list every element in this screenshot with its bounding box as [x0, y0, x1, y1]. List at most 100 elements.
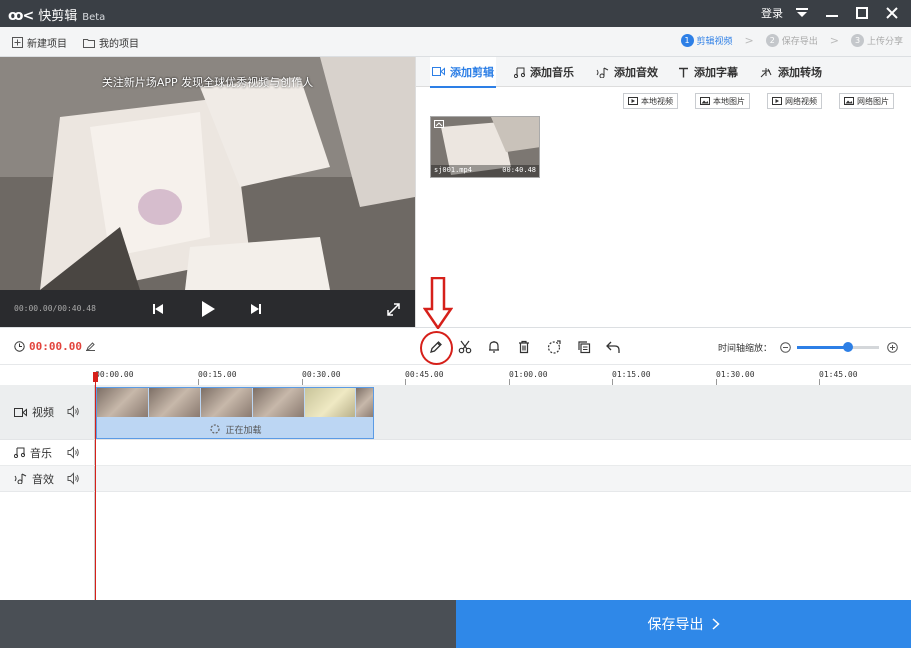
play-icon: [202, 301, 215, 317]
save-export-button[interactable]: 保存导出: [456, 600, 911, 648]
ruler-tick-label: 01:30.00: [716, 370, 755, 379]
clip-frame: [356, 388, 373, 417]
menu-down-icon: [796, 8, 808, 17]
clip-loading-status: 正在加载: [97, 419, 373, 438]
edit-time-icon[interactable]: [85, 342, 95, 351]
transition-icon: [760, 67, 772, 77]
previous-frame-button[interactable]: [148, 299, 168, 319]
undo-icon: [605, 341, 620, 353]
skip-back-icon: [153, 304, 163, 314]
step-save-export[interactable]: 2 保存导出: [765, 34, 818, 47]
new-project-icon: [12, 37, 23, 48]
tab-add-transition[interactable]: 添加转场: [760, 57, 822, 87]
playhead[interactable]: [95, 372, 96, 600]
maximize-button[interactable]: [852, 3, 872, 23]
music-note-icon: [14, 447, 25, 458]
ruler-tick-label: 00:00.00: [95, 370, 134, 379]
clip-filename: sj001.mp4: [434, 166, 472, 174]
app-name: 快剪辑: [38, 9, 78, 24]
video-frame[interactable]: 关注新片场APP 发现全球优秀视频与创作人: [0, 57, 415, 290]
my-projects-button[interactable]: 我的项目: [83, 35, 139, 50]
timeline-ruler[interactable]: 00:00.00 00:15.00 00:30.00 00:45.00 01:0…: [0, 365, 911, 385]
text-icon: [679, 67, 688, 77]
sound-effect-track-label: 音效: [32, 472, 54, 486]
video-still-image: [0, 57, 415, 290]
timeline-video-clip[interactable]: 正在加载: [96, 387, 374, 439]
play-button[interactable]: [198, 299, 218, 319]
minimize-button[interactable]: [822, 3, 842, 23]
scissors-icon: [458, 340, 472, 354]
clip-frame: [200, 388, 252, 417]
online-image-button[interactable]: 网络图片: [839, 93, 894, 109]
copy-button[interactable]: [574, 337, 594, 357]
video-clip-icon: [434, 120, 444, 128]
video-file-icon: [772, 97, 782, 105]
chevron-right-icon: >: [829, 34, 839, 47]
timeline-header-column: [0, 492, 95, 600]
clock-icon: [14, 341, 25, 352]
current-time-value: 00:00.00: [29, 340, 82, 353]
sound-effect-track-header: 音效: [0, 466, 95, 491]
tab-add-clip[interactable]: 添加剪辑: [430, 57, 496, 88]
fullscreen-button[interactable]: [383, 299, 403, 319]
playhead-handle[interactable]: [93, 372, 98, 382]
tab-add-sound-effect[interactable]: 添加音效: [596, 57, 658, 87]
clip-frame: [252, 388, 304, 417]
playback-time: 00:00.00/00:40.48: [14, 304, 96, 313]
video-track-label: 视频: [32, 406, 54, 419]
video-track-header: 视频: [0, 385, 95, 439]
login-link[interactable]: 登录: [761, 5, 783, 21]
timeline-zoom-slider[interactable]: [797, 342, 879, 352]
copy-icon: [578, 341, 591, 354]
annotation-arrow: [423, 277, 453, 329]
clip-duration: 00:40.48: [502, 166, 536, 174]
add-marker-button[interactable]: [484, 337, 504, 357]
ruler-tick-label: 01:00.00: [509, 370, 548, 379]
clip-frame: [97, 388, 148, 417]
music-track: 音乐: [0, 440, 911, 466]
close-button[interactable]: [882, 3, 902, 23]
maximize-icon: [856, 7, 868, 19]
local-image-button[interactable]: 本地图片: [695, 93, 750, 109]
media-panel: 添加剪辑 添加音乐 添加音效 添加字幕 添加转场 本地视频 本地图片 网络视频 …: [415, 57, 911, 327]
undo-button[interactable]: [603, 337, 623, 357]
zoom-slider-fill: [797, 346, 848, 349]
crop-button[interactable]: [544, 337, 564, 357]
clip-frame: [148, 388, 200, 417]
sound-effect-icon: [14, 473, 27, 484]
chevron-right-icon: >: [744, 34, 754, 47]
online-video-button[interactable]: 网络视频: [767, 93, 822, 109]
chevron-right-icon: [711, 618, 720, 630]
video-subtitle: 关注新片场APP 发现全球优秀视频与创作人: [101, 76, 314, 89]
next-frame-button[interactable]: [246, 299, 266, 319]
speaker-icon[interactable]: [67, 405, 80, 418]
clip-frames: [97, 388, 373, 417]
minimize-icon: [826, 15, 838, 17]
zoom-slider-handle[interactable]: [842, 342, 853, 352]
loading-spinner-icon: [210, 424, 221, 434]
app-logo: ꝏ< 快剪辑 Beta: [8, 5, 105, 24]
new-project-button[interactable]: 新建项目: [12, 35, 67, 50]
split-button[interactable]: [455, 337, 475, 357]
video-camera-icon: [432, 67, 445, 76]
zoom-in-icon[interactable]: [887, 342, 898, 353]
step-upload-share[interactable]: 3 上传分享: [850, 34, 903, 47]
local-video-button[interactable]: 本地视频: [623, 93, 678, 109]
step-edit-video[interactable]: 1 剪辑视频: [680, 34, 733, 47]
annotation-circle: [420, 331, 453, 365]
tab-add-music[interactable]: 添加音乐: [514, 57, 574, 87]
dropdown-menu-button[interactable]: [792, 3, 812, 23]
timeline-empty-area[interactable]: [0, 492, 911, 600]
folder-icon: [83, 38, 95, 48]
clip-frame: [304, 388, 356, 417]
speaker-icon[interactable]: [67, 445, 80, 459]
clip-loading-text: 正在加载: [225, 425, 262, 436]
tab-add-subtitle[interactable]: 添加字幕: [678, 57, 738, 87]
beta-badge: Beta: [82, 12, 106, 23]
crop-dashed-icon: [547, 339, 561, 354]
player-controls: 00:00.00/00:40.48: [0, 290, 415, 327]
media-clip-thumbnail[interactable]: sj001.mp4 00:40.48: [430, 116, 540, 178]
speaker-icon[interactable]: [67, 471, 80, 485]
delete-button[interactable]: [514, 337, 534, 357]
zoom-out-icon[interactable]: [780, 342, 791, 353]
